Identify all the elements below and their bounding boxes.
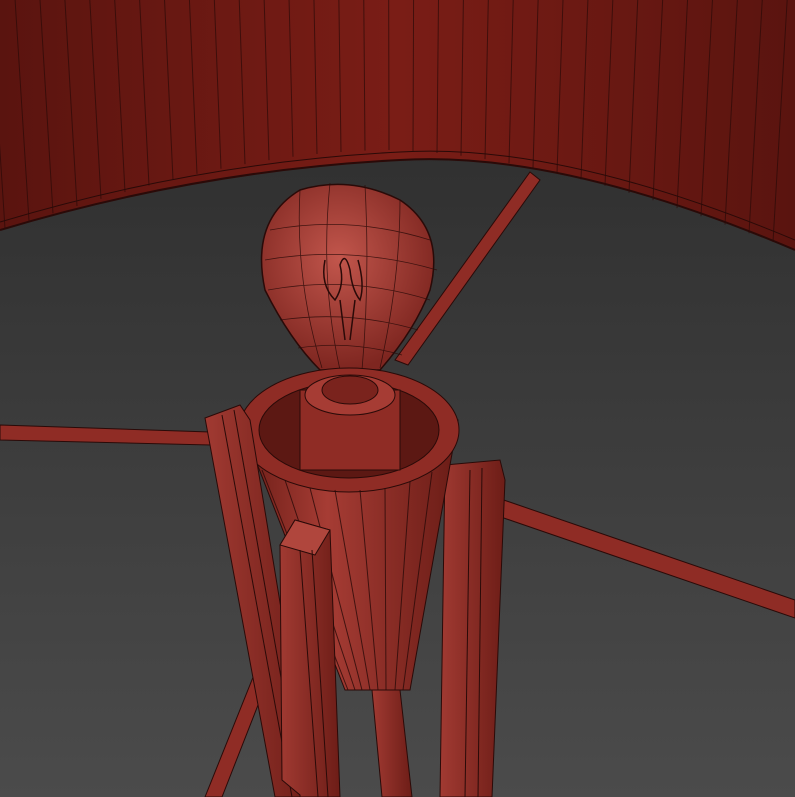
3d-viewport[interactable]: [0, 0, 795, 797]
leg-front: [279, 519, 341, 797]
viewport-canvas[interactable]: [0, 0, 795, 797]
shade-wire-line: [412, 0, 415, 151]
